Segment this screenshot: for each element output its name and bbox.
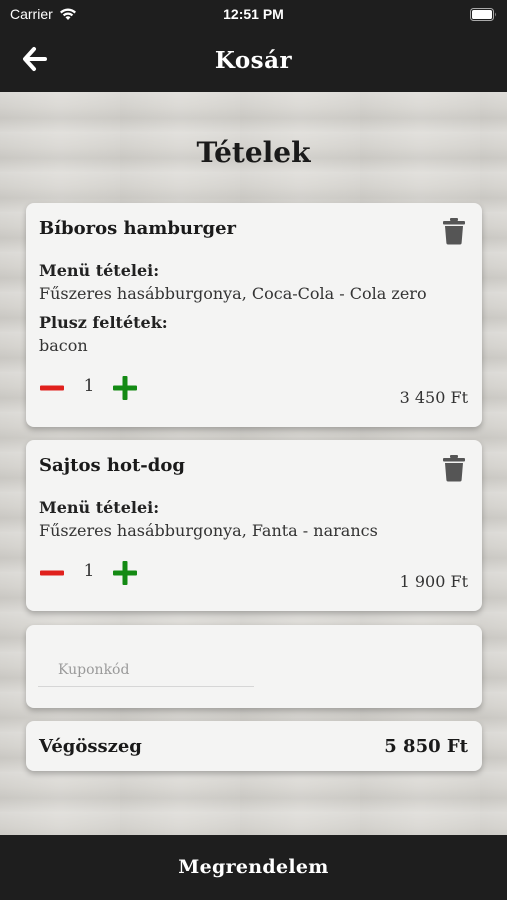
menu-items-text: Fűszeres hasábburgonya, Fanta - narancs	[39, 521, 378, 540]
extras-text: bacon	[39, 336, 88, 355]
menu-items-text: Fűszeres hasábburgonya, Coca-Cola - Cola…	[39, 284, 427, 303]
total-label: Végösszeg	[39, 736, 142, 757]
section-title: Tételek	[196, 136, 311, 169]
increase-quantity-button[interactable]	[112, 375, 138, 401]
decrease-quantity-button[interactable]	[39, 560, 65, 586]
item-price: 3 450 Ft	[399, 388, 468, 407]
trash-icon	[443, 455, 465, 482]
quantity-value: 1	[83, 376, 95, 396]
delete-item-button[interactable]	[442, 454, 466, 482]
plus-icon	[113, 376, 137, 400]
page-title: Kosár	[214, 47, 293, 74]
status-bar: Carrier 12:51 PM	[0, 0, 507, 30]
item-name: Bíboros hamburger	[39, 218, 237, 239]
minus-icon	[40, 385, 64, 391]
battery-icon	[470, 8, 496, 21]
order-button[interactable]: Megrendelem	[0, 835, 507, 900]
total-card: Végösszeg 5 850 Ft	[26, 721, 482, 771]
status-right	[470, 8, 497, 21]
decrease-quantity-button[interactable]	[39, 375, 65, 401]
cart-content: Tételek Bíboros hamburger Menü tételei: …	[0, 92, 507, 835]
minus-icon	[40, 570, 64, 576]
status-time: 12:51 PM	[223, 6, 284, 22]
item-price: 1 900 Ft	[399, 572, 468, 591]
coupon-card	[26, 625, 482, 708]
menu-items-label: Menü tételei:	[39, 261, 160, 280]
coupon-input[interactable]	[38, 653, 254, 687]
plus-icon	[113, 561, 137, 585]
quantity-value: 1	[83, 561, 95, 581]
trash-icon	[443, 218, 465, 245]
cart-item-card: Bíboros hamburger Menü tételei: Fűszeres…	[26, 203, 482, 427]
delete-item-button[interactable]	[442, 217, 466, 245]
item-name: Sajtos hot-dog	[39, 455, 185, 476]
order-button-label: Megrendelem	[178, 856, 329, 878]
increase-quantity-button[interactable]	[112, 560, 138, 586]
total-value: 5 850 Ft	[384, 736, 468, 757]
cart-item-card: Sajtos hot-dog Menü tételei: Fűszeres ha…	[26, 440, 482, 611]
navigation-bar: Kosár	[0, 30, 507, 92]
extras-label: Plusz feltétek:	[39, 313, 168, 332]
menu-items-label: Menü tételei:	[39, 498, 160, 517]
